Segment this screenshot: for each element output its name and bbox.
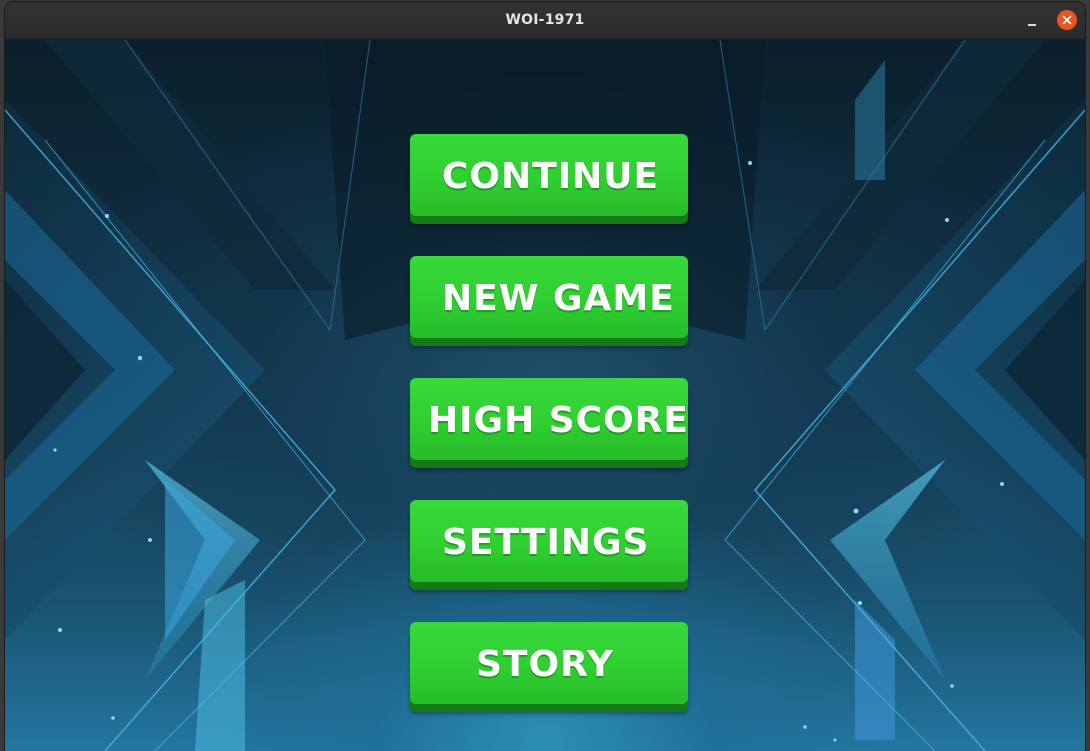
continue-label: CONTINUE	[442, 156, 660, 197]
close-icon	[1062, 15, 1072, 25]
new-game-button[interactable]: NEW GAME	[410, 256, 688, 338]
continue-button[interactable]: CONTINUE	[410, 134, 688, 216]
story-button[interactable]: STORY	[410, 622, 688, 704]
app-window: WOI-1971 CONTINUE NEW GAME HIGH SCORE SE…	[5, 2, 1085, 751]
high-score-button[interactable]: HIGH SCORE	[410, 378, 688, 460]
high-score-label: HIGH SCORE	[428, 400, 689, 441]
settings-button[interactable]: SETTINGS	[410, 500, 688, 582]
new-game-label: NEW GAME	[442, 278, 675, 319]
close-button[interactable]	[1057, 10, 1077, 30]
settings-label: SETTINGS	[442, 522, 650, 563]
window-title: WOI-1971	[505, 12, 585, 28]
minimize-icon	[1028, 24, 1036, 26]
story-label: STORY	[476, 644, 614, 685]
title-bar[interactable]: WOI-1971	[5, 2, 1085, 40]
minimize-button[interactable]	[1022, 11, 1042, 31]
game-canvas: CONTINUE NEW GAME HIGH SCORE SETTINGS ST…	[5, 40, 1085, 751]
